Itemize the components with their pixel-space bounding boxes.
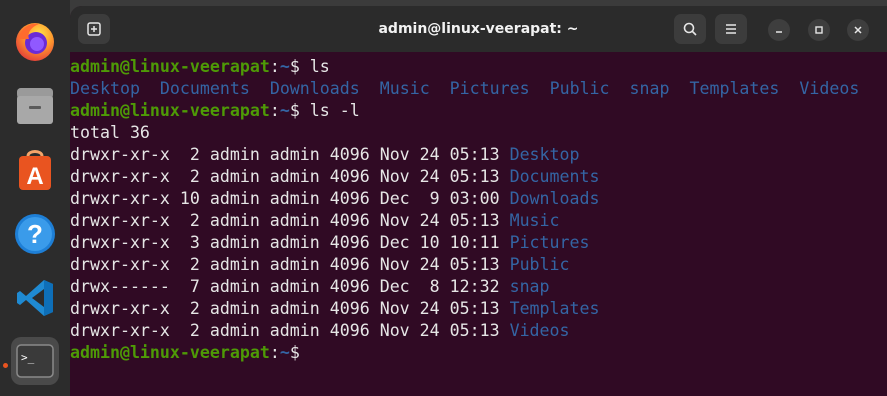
ls-long-row: drwxr-xr-x 10 admin admin 4096 Dec 9 03:… — [70, 188, 600, 210]
ls-long-row: drwxr-xr-x 2 admin admin 4096 Nov 24 05:… — [70, 166, 600, 188]
running-indicator — [3, 363, 8, 368]
vscode-launcher[interactable] — [11, 274, 59, 322]
command-text: ls — [309, 57, 330, 76]
file-meta: drwxr-xr-x 2 admin admin 4096 Nov 24 05:… — [70, 321, 510, 340]
terminal-output[interactable]: admin@linux-veerapat:~$ ls Desktop Docum… — [70, 52, 887, 396]
prompt-user-host: admin@linux-veerapat — [70, 343, 270, 362]
file-meta: drwxr-xr-x 2 admin admin 4096 Nov 24 05:… — [70, 255, 510, 274]
file-meta: drwx------ 7 admin admin 4096 Dec 8 12:3… — [70, 277, 510, 296]
dir-entry: Templates — [689, 79, 780, 98]
app-center-launcher[interactable]: A — [11, 146, 59, 194]
dir-entry: Desktop — [70, 79, 140, 98]
dock: A ? >_ — [0, 0, 70, 396]
prompt-user-host: admin@linux-veerapat — [70, 101, 270, 120]
dir-entry: Templates — [509, 299, 600, 318]
minimize-icon — [776, 31, 782, 33]
ls-long-row: drwxr-xr-x 2 admin admin 4096 Nov 24 05:… — [70, 144, 580, 166]
prompt-path: ~ — [279, 57, 290, 76]
new-tab-button[interactable] — [78, 14, 110, 44]
title-bar: admin@linux-veerapat: ~ — [70, 6, 887, 52]
prompt-user-host: admin@linux-veerapat — [70, 57, 270, 76]
prompt-path: ~ — [279, 101, 290, 120]
prompt-separator: : — [269, 101, 280, 120]
new-tab-icon — [87, 22, 101, 36]
prompt-line: admin@linux-veerapat:~$ — [70, 342, 310, 364]
dir-entry: Downloads — [269, 79, 360, 98]
search-icon — [683, 22, 697, 36]
ls-output-line: Desktop Documents Downloads Music Pictur… — [70, 78, 859, 100]
dir-entry: snap — [509, 277, 550, 296]
help-icon: ? — [15, 214, 55, 254]
prompt-dollar: $ — [289, 57, 310, 76]
dir-entry: Videos — [509, 321, 570, 340]
ls-long-row: drwxr-xr-x 2 admin admin 4096 Nov 24 05:… — [70, 254, 570, 276]
ls-long-row: drwxr-xr-x 2 admin admin 4096 Nov 24 05:… — [70, 298, 600, 320]
dir-entry: Music — [509, 211, 560, 230]
file-meta: drwxr-xr-x 3 admin admin 4096 Dec 10 10:… — [70, 233, 510, 252]
command-text: ls -l — [309, 101, 360, 120]
dir-entry: Downloads — [509, 189, 600, 208]
dir-entry: snap — [629, 79, 670, 98]
svg-text:A: A — [26, 163, 43, 190]
prompt-dollar: $ — [289, 101, 310, 120]
maximize-icon — [815, 26, 823, 34]
menu-button[interactable] — [715, 14, 747, 44]
dir-entry: Public — [549, 79, 610, 98]
terminal-icon: >_ — [16, 344, 54, 378]
dir-entry: Music — [379, 79, 430, 98]
svg-text:?: ? — [27, 219, 43, 249]
total-line: total 36 — [70, 123, 150, 142]
prompt-separator: : — [269, 57, 280, 76]
vscode-icon — [17, 280, 53, 316]
svg-text:>_: >_ — [21, 351, 35, 364]
app-center-icon: A — [19, 150, 51, 190]
dir-entry: Videos — [799, 79, 860, 98]
prompt-separator: : — [269, 343, 280, 362]
dir-entry: Documents — [159, 79, 250, 98]
prompt-line: admin@linux-veerapat:~$ ls — [70, 56, 330, 78]
terminal-launcher[interactable]: >_ — [11, 337, 59, 385]
help-launcher[interactable]: ? — [11, 210, 59, 258]
file-meta: drwxr-xr-x 10 admin admin 4096 Dec 9 03:… — [70, 189, 510, 208]
maximize-button[interactable] — [808, 19, 830, 41]
dir-entry: Pictures — [449, 79, 530, 98]
firefox-launcher[interactable] — [11, 17, 59, 65]
dir-entry: Public — [509, 255, 570, 274]
file-meta: drwxr-xr-x 2 admin admin 4096 Nov 24 05:… — [70, 167, 510, 186]
file-meta: drwxr-xr-x 2 admin admin 4096 Nov 24 05:… — [70, 299, 510, 318]
dir-entry: Pictures — [509, 233, 590, 252]
file-meta: drwxr-xr-x 2 admin admin 4096 Nov 24 05:… — [70, 211, 510, 230]
close-button[interactable] — [847, 19, 869, 41]
ls-long-row: drwx------ 7 admin admin 4096 Dec 8 12:3… — [70, 276, 550, 298]
files-launcher[interactable] — [11, 82, 59, 130]
search-button[interactable] — [674, 14, 706, 44]
dir-entry: Documents — [509, 167, 600, 186]
ls-long-row: drwxr-xr-x 2 admin admin 4096 Nov 24 05:… — [70, 210, 560, 232]
terminal-window: admin@linux-veerapat: ~ admin@linux-veer… — [70, 6, 887, 396]
firefox-icon — [16, 23, 54, 61]
ls-long-row: drwxr-xr-x 3 admin admin 4096 Dec 10 10:… — [70, 232, 590, 254]
file-meta: drwxr-xr-x 2 admin admin 4096 Nov 24 05:… — [70, 145, 510, 164]
prompt-path: ~ — [279, 343, 290, 362]
prompt-dollar: $ — [289, 343, 310, 362]
prompt-line: admin@linux-veerapat:~$ ls -l — [70, 100, 360, 122]
close-icon — [854, 26, 862, 34]
ls-long-row: drwxr-xr-x 2 admin admin 4096 Nov 24 05:… — [70, 320, 570, 342]
hamburger-menu-icon — [726, 24, 736, 34]
minimize-button[interactable] — [768, 19, 790, 41]
files-icon — [17, 88, 53, 124]
window-title: admin@linux-veerapat: ~ — [378, 21, 579, 37]
dir-entry: Desktop — [509, 145, 580, 164]
